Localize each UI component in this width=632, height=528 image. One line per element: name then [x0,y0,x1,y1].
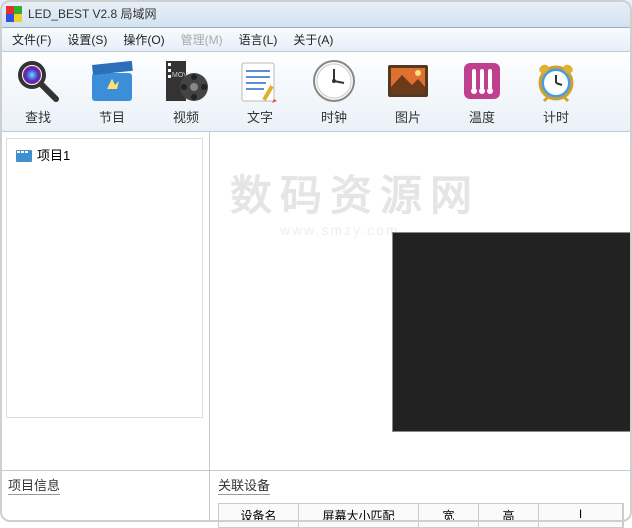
video-label: 视频 [173,107,199,126]
menu-file[interactable]: 文件(F) [4,28,59,51]
menu-settings[interactable]: 设置(S) [59,28,115,51]
film-reel-icon: MOV [162,57,210,105]
project-icon [15,147,33,163]
search-button[interactable]: 查找 [10,55,66,128]
menubar: 文件(F) 设置(S) 操作(O) 管理(M) 语言(L) 关于(A) [0,28,632,52]
preview-screen[interactable] [392,232,632,432]
th-screen-match[interactable]: 屏幕大小匹配 [299,504,419,527]
menu-about[interactable]: 关于(A) [285,28,341,51]
analog-clock-icon [310,57,358,105]
app-icon [6,6,22,22]
image-button[interactable]: 图片 [380,55,436,128]
clock-label: 时钟 [321,107,347,126]
related-devices-title: 关联设备 [218,475,270,495]
menu-language[interactable]: 语言(L) [231,28,286,51]
thermometer-icon [458,57,506,105]
image-label: 图片 [395,107,421,126]
main-area: 项目1 数码资源网 www.smzy.com [0,132,632,470]
watermark-url: www.smzy.com [280,222,399,238]
th-height[interactable]: 高 [479,504,539,527]
project-info-title: 项目信息 [8,475,60,495]
timer-label: 计时 [543,107,569,126]
magnifier-icon [14,57,62,105]
app-title: LED_BEST V2.8 局域网 [28,5,157,22]
titlebar: LED_BEST V2.8 局域网 [0,0,632,28]
preview-panel: 数码资源网 www.smzy.com [210,132,632,470]
watermark-text: 数码资源网 [230,162,480,223]
alarm-clock-icon [532,57,580,105]
clapper-icon [88,57,136,105]
timer-button[interactable]: 计时 [528,55,584,128]
th-extra[interactable]: I [539,504,623,527]
th-device-name[interactable]: 设备名 [219,504,299,527]
bottom-area: 项目信息 关联设备 设备名 屏幕大小匹配 宽 高 I [0,470,632,522]
project-info-panel: 项目信息 [0,471,210,522]
project-tree[interactable]: 项目1 [6,138,203,418]
project-tree-panel: 项目1 [0,132,210,470]
clock-button[interactable]: 时钟 [306,55,362,128]
temperature-button[interactable]: 温度 [454,55,510,128]
program-button[interactable]: 节目 [84,55,140,128]
notepad-icon [236,57,284,105]
toolbar: 查找 节目 MOV 视频 文字 时钟 图片 温度 [0,52,632,132]
program-label: 节目 [99,107,125,126]
tree-item-project1[interactable]: 项目1 [11,143,198,166]
tree-item-label: 项目1 [37,145,70,164]
photo-icon [384,57,432,105]
th-width[interactable]: 宽 [419,504,479,527]
related-devices-panel: 关联设备 设备名 屏幕大小匹配 宽 高 I [210,471,632,522]
device-table-header: 设备名 屏幕大小匹配 宽 高 I [218,503,624,528]
text-button[interactable]: 文字 [232,55,288,128]
video-button[interactable]: MOV 视频 [158,55,214,128]
text-label: 文字 [247,107,273,126]
menu-operation[interactable]: 操作(O) [115,28,172,51]
temperature-label: 温度 [469,107,495,126]
menu-manage[interactable]: 管理(M) [173,28,231,51]
search-label: 查找 [25,107,51,126]
